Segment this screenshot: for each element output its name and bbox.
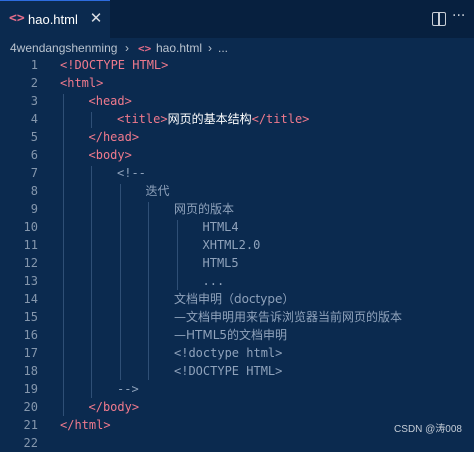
line-number: 10: [23, 220, 38, 234]
comment-token: 文档申明（doctype）: [174, 292, 295, 306]
code-line: <head>: [89, 92, 132, 110]
code-line: <!DOCTYPE HTML>: [174, 362, 282, 380]
chevron-right-icon: ›: [208, 41, 212, 55]
code-line: <title>网页的基本结构</title>: [117, 110, 309, 128]
comment-token: 网页的版本: [174, 202, 235, 216]
indent-guide: [63, 94, 64, 416]
code-line: </head>: [89, 128, 140, 146]
line-number: 18: [23, 364, 38, 378]
line-number: 1: [30, 58, 38, 72]
indent-guide: [177, 220, 178, 290]
code-line: —HTML5的文档申明: [174, 326, 287, 344]
line-number: 17: [23, 346, 38, 360]
tab-hao-html[interactable]: <> hao.html ✕: [0, 0, 110, 38]
comment-token: <!DOCTYPE HTML>: [174, 364, 283, 378]
comment-token: <!--: [117, 166, 146, 180]
breadcrumb-folder[interactable]: 4wendangshenming: [10, 41, 117, 55]
line-number: 15: [23, 310, 38, 324]
line-number: 13: [23, 274, 38, 288]
comment-token: —HTML5的文档申明: [174, 328, 288, 342]
watermark: CSDN @涛008: [394, 424, 462, 435]
comment-token: -->: [117, 382, 139, 396]
line-number: 22: [23, 436, 38, 450]
chevron-right-icon: ›: [125, 41, 129, 55]
code-line: </body>: [89, 398, 140, 416]
html-tag-token: <html>: [60, 76, 104, 90]
html-tag-token: <!DOCTYPE HTML>: [60, 58, 169, 72]
html-tag-token: <title>: [117, 112, 168, 126]
breadcrumb-file[interactable]: hao.html: [156, 41, 202, 55]
indent-guide: [148, 202, 149, 380]
html-file-icon: <>: [9, 11, 25, 26]
html-file-icon: <>: [138, 42, 152, 55]
code-line: <!doctype html>: [174, 344, 282, 362]
indent-guide: [91, 112, 92, 128]
line-number: 16: [23, 328, 38, 342]
html-tag-token: </head>: [88, 130, 140, 144]
breadcrumb-trail[interactable]: ...: [218, 41, 228, 55]
comment-token: XHTML2.0: [202, 238, 261, 252]
comment-token: HTML5: [202, 256, 239, 270]
tab-bar: <> hao.html ✕ ···: [0, 0, 474, 38]
line-number: 12: [23, 256, 38, 270]
comment-token: ...: [202, 274, 225, 288]
breadcrumb: 4wendangshenming › <> hao.html › ...: [0, 38, 474, 58]
line-number: 14: [23, 292, 38, 306]
code-line: 文档申明（doctype）: [174, 290, 294, 308]
indent-guide: [120, 184, 121, 380]
code-line: -->: [117, 380, 139, 398]
comment-token: —文档申明用来告诉浏览器当前网页的版本: [174, 310, 403, 324]
close-icon[interactable]: ✕: [88, 9, 104, 27]
code-line: <html>: [60, 74, 103, 92]
indent-guide: [91, 166, 92, 398]
html-tag-token: <head>: [88, 94, 132, 108]
html-tag-token: </html>: [60, 418, 111, 432]
code-line: 迭代: [146, 182, 170, 200]
line-number: 9: [30, 202, 38, 216]
line-number: 19: [23, 382, 38, 396]
code-line: 网页的版本: [174, 200, 234, 218]
html-tag-token: </body>: [88, 400, 140, 414]
more-actions-icon[interactable]: ···: [452, 8, 465, 24]
line-number: 8: [30, 184, 38, 198]
code-line: <!--: [117, 164, 146, 182]
line-number: 3: [30, 94, 38, 108]
line-number: 2: [30, 76, 38, 90]
line-number: 6: [30, 148, 38, 162]
html-tag-token: </title>: [251, 112, 310, 126]
code-line: HTML5: [203, 254, 239, 272]
line-number: 20: [23, 400, 38, 414]
tab-label: hao.html: [28, 12, 78, 27]
code-line: ...: [203, 272, 225, 290]
comment-token: 迭代: [145, 184, 170, 198]
code-line: HTML4: [203, 218, 239, 236]
code-line: —文档申明用来告诉浏览器当前网页的版本: [174, 308, 402, 326]
line-number: 5: [30, 130, 38, 144]
code-editor[interactable]: 1 2 3 4 5 6 7 8 9 10 11 12 13 14 15 16 17 18 19 20 21 22 <!DO…: [0, 56, 474, 450]
split-editor-icon[interactable]: [432, 12, 446, 26]
comment-token: <!doctype html>: [174, 346, 283, 360]
line-number-gutter: 1 2 3 4 5 6 7 8 9 10 11 12 13 14 15 16 17 18 19 20 21 22: [0, 58, 48, 450]
code-line: </html>: [60, 416, 111, 434]
code-line: XHTML2.0: [203, 236, 261, 254]
line-number: 21: [23, 418, 38, 432]
html-tag-token: <body>: [88, 148, 132, 162]
line-number: 11: [23, 238, 38, 252]
line-number: 4: [30, 112, 38, 126]
code-line: <!DOCTYPE HTML>: [60, 56, 168, 74]
code-line: <body>: [89, 146, 132, 164]
comment-token: HTML4: [202, 220, 239, 234]
text-token: 网页的基本结构: [167, 112, 252, 126]
line-number: 7: [30, 166, 38, 180]
